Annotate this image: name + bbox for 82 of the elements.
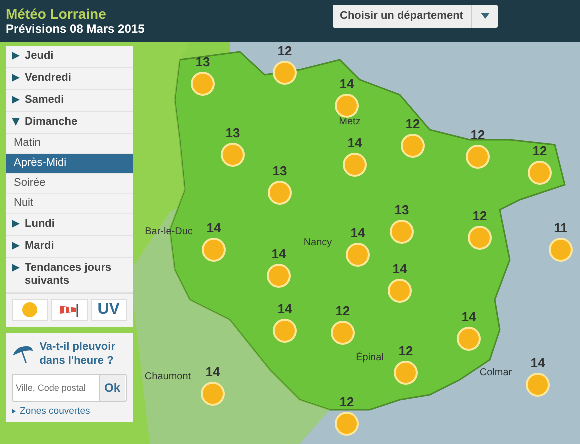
- temperature-label: 12: [532, 144, 548, 158]
- site-title: Météo Lorraine: [6, 6, 108, 22]
- city-label: Bar-le-Duc: [145, 226, 193, 238]
- temperature-label: 12: [472, 208, 488, 224]
- caret-right-icon: [12, 96, 20, 104]
- sun-icon: [465, 144, 491, 170]
- sun-icon: [272, 60, 298, 86]
- sun-icon: [389, 219, 415, 245]
- temperature-label: 12: [398, 344, 414, 358]
- sun-icon: [220, 142, 246, 168]
- day-menu-item[interactable]: Lundi: [6, 214, 133, 236]
- city-label: Nancy: [304, 238, 332, 248]
- temperature-label: 12: [278, 44, 292, 58]
- sun-icon: [266, 263, 292, 289]
- sun-icon: [200, 381, 226, 407]
- period-menu-item[interactable]: Après-Midi: [6, 154, 133, 174]
- department-dropdown[interactable]: Choisir un département: [333, 4, 498, 28]
- forecast-date: Prévisions 08 Mars 2015: [6, 22, 145, 36]
- temperature-label: 14: [206, 364, 220, 380]
- temperature-label: 14: [350, 226, 366, 240]
- rain-question: Va-t-il pleuvoir dans l'heure ?: [40, 340, 116, 368]
- temperature-label: 13: [394, 202, 410, 218]
- city-label: Chaumont: [144, 372, 192, 382]
- temperature-label: 14: [340, 76, 354, 92]
- caret-down-icon: [12, 118, 20, 126]
- sun-icon: [267, 180, 293, 206]
- temperature-label: 14: [462, 310, 476, 324]
- temperature-label: 12: [336, 304, 350, 318]
- day-menu-item[interactable]: Tendances jours suivants: [6, 258, 133, 293]
- temperature-label: 14: [272, 246, 286, 262]
- sun-icon: [272, 318, 298, 344]
- sun-icon: [456, 326, 482, 352]
- city-label: Metz: [339, 116, 361, 128]
- temperature-label: 11: [554, 220, 568, 236]
- uv-mode-button[interactable]: UV: [90, 299, 127, 321]
- sun-icon: [387, 278, 413, 304]
- day-menu-item[interactable]: Mardi: [6, 236, 133, 258]
- day-menu-item[interactable]: Samedi: [6, 90, 133, 112]
- temperature-label: 14: [392, 262, 408, 276]
- wind-mode-button[interactable]: [51, 299, 88, 321]
- sun-icon: [330, 320, 356, 346]
- sun-icon: [22, 302, 38, 318]
- temperature-label: 14: [278, 302, 292, 316]
- sun-icon: [342, 152, 368, 178]
- covered-zones-link[interactable]: Zones couvertes: [20, 406, 90, 417]
- sun-icon: [334, 411, 360, 437]
- temperature-label: 13: [196, 54, 210, 70]
- sun-icon: [334, 93, 360, 119]
- sun-icon: [400, 133, 426, 159]
- temperature-label: 14: [348, 136, 362, 150]
- sun-icon: [525, 372, 551, 398]
- temperature-label: 12: [470, 128, 486, 142]
- caret-right-icon: [12, 242, 20, 250]
- sun-icon: [190, 71, 216, 97]
- bullet-arrow-icon: [12, 409, 16, 414]
- caret-right-icon: [12, 74, 20, 82]
- period-menu-item[interactable]: Nuit: [6, 194, 133, 214]
- temperature-label: 12: [406, 116, 420, 132]
- day-menu-item[interactable]: Vendredi: [6, 68, 133, 90]
- period-menu-item[interactable]: Soirée: [6, 174, 133, 194]
- city-input-field[interactable]: Ville, Code postal Ok: [12, 374, 127, 402]
- day-menu-item[interactable]: Dimanche: [6, 112, 133, 134]
- caret-right-icon: [12, 220, 20, 228]
- temperature-label: 14: [206, 220, 222, 236]
- windsock-icon: [58, 303, 80, 317]
- day-menu-item[interactable]: Jeudi: [6, 46, 133, 68]
- temperature-label: 13: [226, 126, 240, 140]
- temperature-label: 14: [530, 356, 546, 370]
- sun-icon: [467, 225, 493, 251]
- sun-icon: [527, 160, 553, 186]
- sun-icon: [548, 237, 574, 263]
- temperature-label: 13: [272, 164, 288, 178]
- caret-right-icon: [12, 52, 20, 60]
- city-label: Épinal: [356, 352, 384, 364]
- city-label: Colmar: [480, 368, 512, 378]
- sun-icon: [201, 237, 227, 263]
- temperature-label: 12: [340, 394, 354, 410]
- sun-icon: [345, 242, 371, 268]
- caret-icon: [480, 13, 490, 19]
- sun-icon: [393, 360, 419, 386]
- ok-button[interactable]: Ok: [99, 375, 125, 401]
- caret-right-icon: [12, 264, 20, 272]
